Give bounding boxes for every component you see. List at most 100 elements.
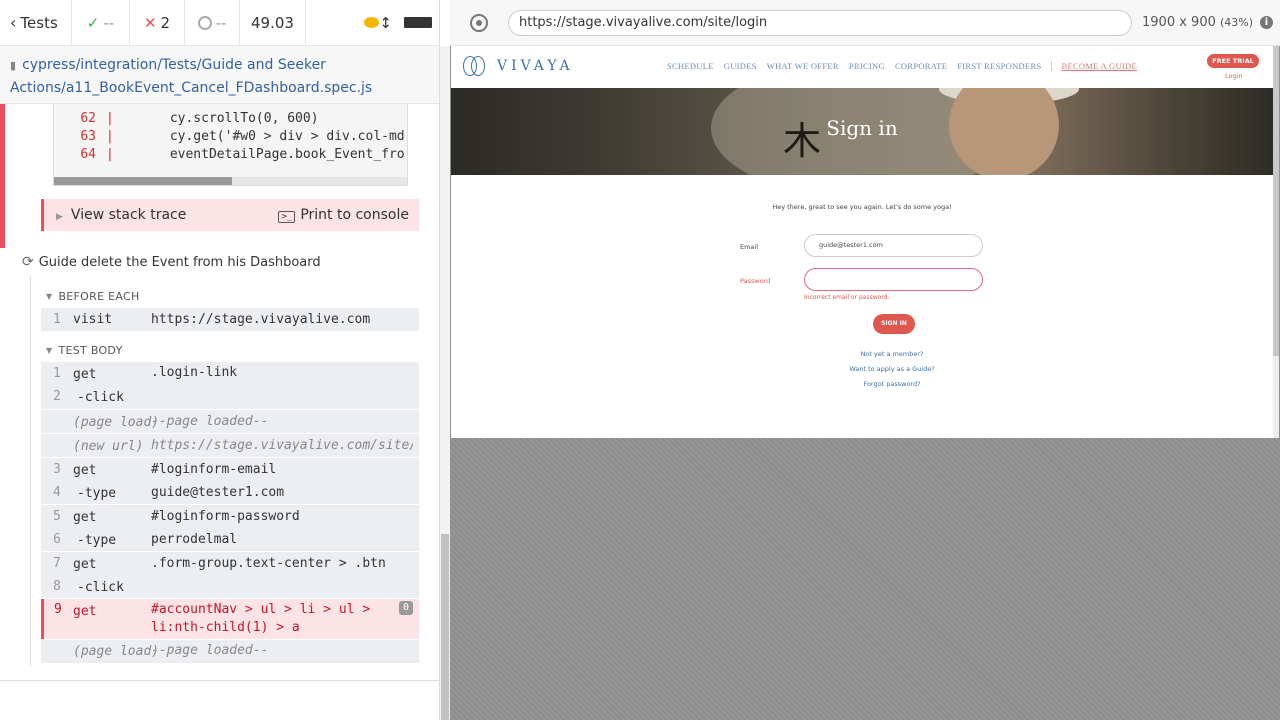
stop-button[interactable] — [404, 17, 432, 28]
nav-link-become-guide[interactable]: BECOME A GUIDE — [1051, 61, 1137, 71]
nav-link-schedule[interactable]: SCHEDULE — [667, 61, 714, 71]
reporter-footer — [0, 680, 439, 720]
aut-iframe: VIVAYA SCHEDULE GUIDES WHAT WE OFFER PRI… — [451, 46, 1273, 438]
pending-icon — [197, 15, 212, 30]
login-form: Hey there, great to see you again. Let's… — [451, 175, 1273, 438]
before-each-label: BEFORE EACH — [58, 290, 140, 303]
email-field[interactable]: guide@tester1.com — [804, 234, 983, 257]
vivaya-logo[interactable]: VIVAYA — [463, 54, 574, 78]
view-stack-trace-toggle[interactable]: ▶ View stack trace — [56, 207, 186, 223]
before-each-header[interactable]: ▼ BEFORE EACH — [46, 290, 140, 303]
password-field[interactable] — [804, 268, 983, 291]
arrows-vertical-icon: ↕ — [379, 13, 392, 32]
command-row[interactable]: 4 -type guide@tester1.com — [41, 481, 419, 505]
command-name: get — [73, 367, 97, 382]
command-group: 7 get .form-group.text-center > .btn 8 -… — [41, 551, 419, 598]
code-line: 64 | eventDetailPage.book_Event_fro — [54, 146, 407, 164]
brand-name: VIVAYA — [497, 58, 574, 74]
code-scrollbar-thumb[interactable] — [54, 177, 232, 185]
viewport-scale: (43%) — [1220, 16, 1254, 29]
command-row[interactable]: 5 get #loginform-password — [41, 505, 419, 528]
command-row[interactable]: (page load) --page loaded-- — [41, 409, 419, 433]
passed-count: ✓ -- — [72, 0, 130, 45]
reporter-scrollbar-thumb[interactable] — [441, 534, 449, 720]
command-name: -type — [77, 486, 117, 501]
nav-link-corporate[interactable]: CORPORATE — [895, 61, 947, 71]
logo-mark-icon — [463, 54, 489, 78]
event-name: (page load) — [73, 644, 160, 659]
not-member-link[interactable]: Not yet a member? — [451, 350, 1273, 358]
command-number: 8 — [53, 579, 61, 594]
command-name: -click — [77, 390, 124, 405]
nav-link-pricing[interactable]: PRICING — [849, 61, 885, 71]
caret-down-icon: ▼ — [46, 346, 53, 355]
passed-value: -- — [103, 13, 115, 32]
info-icon[interactable]: i — [1260, 16, 1273, 29]
terminal-icon: >_ — [278, 211, 296, 223]
command-row[interactable]: 6 -type perrodelmal — [41, 528, 419, 552]
nav-links: SCHEDULE GUIDES WHAT WE OFFER PRICING CO… — [667, 61, 1137, 71]
code-scrollbar[interactable] — [54, 177, 407, 185]
duration: 49.03 — [240, 0, 306, 45]
nav-link-first-responders[interactable]: FIRST RESPONDERS — [957, 61, 1041, 71]
apply-guide-link[interactable]: Want to apply as a Guide? — [451, 365, 1273, 373]
command-row[interactable]: 8 -click — [41, 575, 419, 599]
print-console-button[interactable]: >_ Print to console — [278, 207, 409, 223]
command-number: 3 — [53, 462, 61, 477]
command-row[interactable]: (page load) --page loaded-- — [41, 640, 419, 663]
code-line: 62 | cy.scrollTo(0, 600) — [54, 110, 407, 128]
spec-path-line1: cypress/integration/Tests/Guide and Seek… — [22, 57, 326, 73]
cross-icon: ✕ — [143, 13, 157, 32]
controls: ↕ — [306, 0, 439, 45]
stop-icon — [404, 17, 432, 28]
command-row[interactable]: 1 visit https://stage.vivayalive.com — [41, 308, 419, 331]
command-row[interactable]: 2 -click — [41, 385, 419, 409]
element-count-badge: 0 — [398, 601, 413, 615]
event-message: https://stage.vivayalive.com/site/l… — [151, 438, 413, 453]
failed-value: 2 — [160, 13, 171, 32]
event-message: --page loaded-- — [151, 414, 269, 429]
error-message: Incorrect email or password. — [804, 294, 890, 301]
test-body-header[interactable]: ▼ TEST BODY — [46, 344, 123, 357]
login-link[interactable]: Login — [1225, 72, 1243, 80]
nav-link-what-we-offer[interactable]: WHAT WE OFFER — [767, 61, 839, 71]
command-number: 1 — [53, 312, 61, 327]
command-row[interactable]: (new url) https://stage.vivayalive.com/s… — [41, 433, 419, 457]
nav-link-guides[interactable]: GUIDES — [724, 61, 757, 71]
forgot-password-link[interactable]: Forgot password? — [451, 380, 1273, 388]
viewport-size: 1900 x 900 — [1142, 15, 1216, 30]
failed-command-row[interactable]: 9 get #accountNav > ul > li > ul > li:nt… — [41, 599, 419, 639]
selector-playground-icon[interactable] — [470, 14, 488, 32]
command-name: get — [73, 557, 97, 572]
tests-back-button[interactable]: ‹ Tests — [0, 0, 72, 45]
spec-file-path[interactable]: ▮ cypress/integration/Tests/Guide and See… — [0, 46, 439, 104]
command-number: 4 — [53, 485, 61, 500]
caret-right-icon: ▶ — [56, 212, 63, 222]
site-nav: VIVAYA SCHEDULE GUIDES WHAT WE OFFER PRI… — [451, 46, 1273, 88]
aut-scrollbar[interactable] — [1273, 46, 1279, 438]
password-label: Password — [740, 277, 771, 285]
sign-in-button[interactable]: SIGN IN — [873, 314, 915, 334]
test-body-label: TEST BODY — [58, 344, 123, 357]
command-name: -click — [77, 580, 124, 595]
auto-scroll-toggle[interactable]: ↕ — [364, 14, 392, 32]
command-number: 5 — [53, 509, 61, 524]
spec-path-line2: Actions/a11_BookEvent_Cancel_FDashboard.… — [10, 80, 373, 96]
command-name: get — [73, 604, 97, 619]
free-trial-button[interactable]: FREE TRIAL — [1207, 54, 1259, 68]
command-message: .login-link — [151, 365, 238, 380]
app-under-test: https://stage.vivayalive.com/site/login … — [450, 0, 1280, 720]
aut-url[interactable]: https://stage.vivayalive.com/site/login — [508, 10, 1132, 36]
command-name: -type — [77, 533, 117, 548]
command-message: #loginform-password — [151, 509, 300, 524]
cypress-runner: ‹ Tests ✓ -- ✕ 2 -- 49.03 ↕ ▮ cypress/in… — [0, 0, 1280, 720]
test-title[interactable]: ⟳ Guide delete the Event from his Dashbo… — [22, 254, 321, 270]
command-row[interactable]: 7 get .form-group.text-center > .btn — [41, 552, 419, 575]
command-row[interactable]: 3 get #loginform-email — [41, 458, 419, 481]
command-group: 1 get .login-link 2 -click — [41, 362, 419, 409]
chevron-left-icon: ‹ — [10, 13, 17, 32]
command-row[interactable]: 1 get .login-link — [41, 362, 419, 385]
pending-count: -- — [185, 0, 240, 45]
reporter-scrollbar[interactable] — [440, 46, 450, 720]
aut-scrollbar-thumb[interactable] — [1273, 46, 1279, 356]
